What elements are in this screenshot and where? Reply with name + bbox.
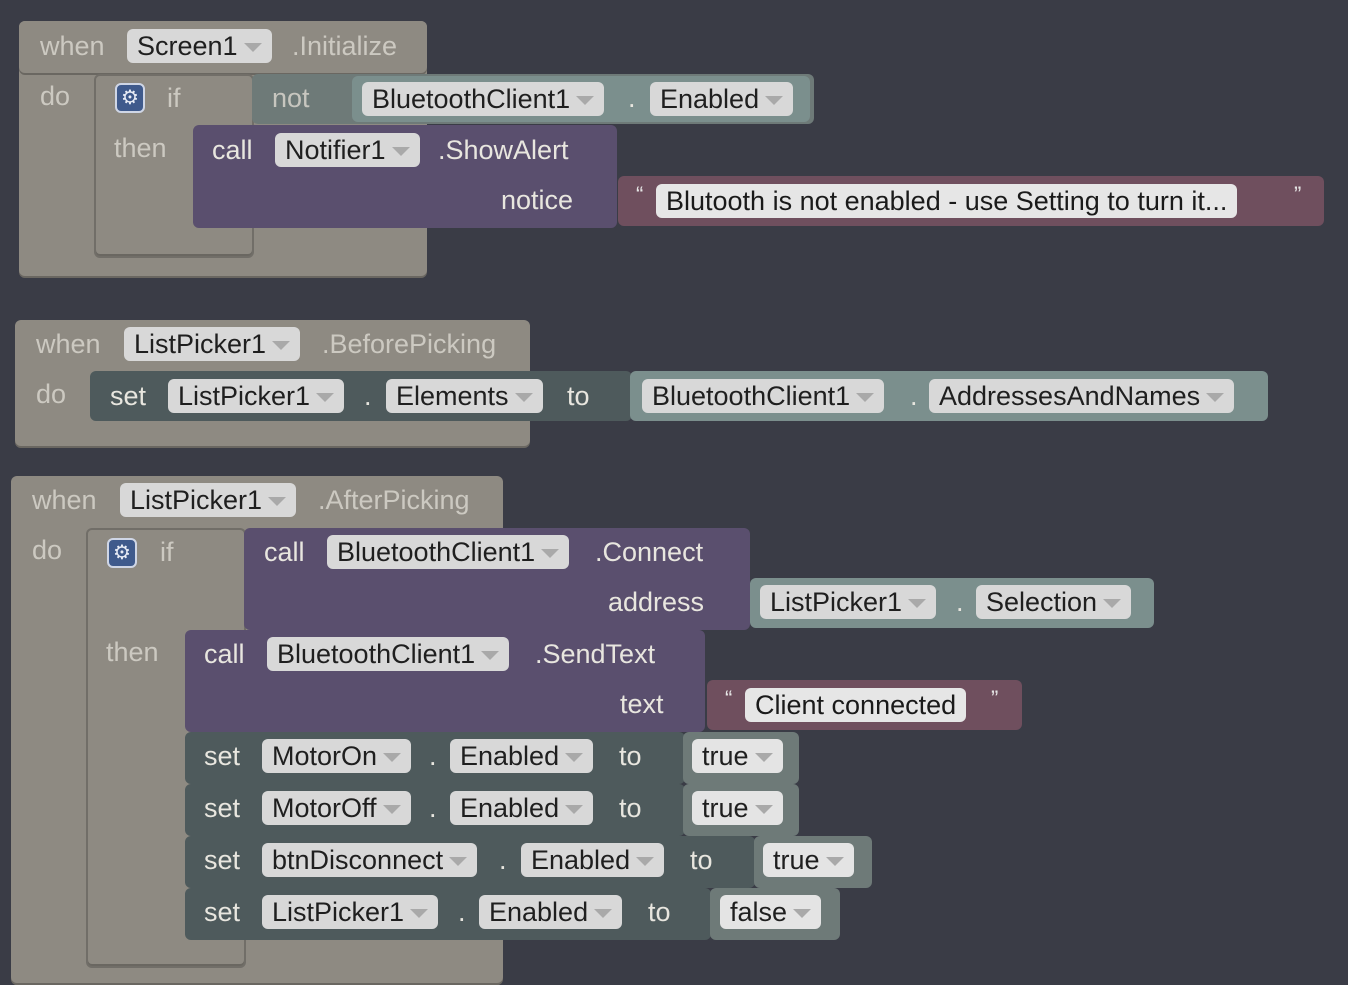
do-label: do xyxy=(32,535,63,565)
component-dropdown-listpicker1[interactable]: ListPicker1 xyxy=(760,585,937,619)
do-label: do xyxy=(36,379,67,409)
dot-separator: . xyxy=(458,897,466,927)
when-label: when xyxy=(36,329,101,359)
property-dropdown-enabled[interactable]: Enabled xyxy=(650,82,794,116)
method-name-connect: .Connect xyxy=(595,537,704,567)
event-name: .BeforePicking xyxy=(322,329,497,359)
if-label: if xyxy=(167,83,181,113)
to-label: to xyxy=(619,793,642,823)
method-name-showalert: .ShowAlert xyxy=(438,135,569,165)
property-dropdown-enabled[interactable]: Enabled xyxy=(479,895,623,929)
component-dropdown-screen1[interactable]: Screen1 xyxy=(127,29,272,63)
to-label: to xyxy=(567,381,590,411)
boolean-dropdown-true[interactable]: true xyxy=(692,791,783,825)
property-dropdown-addressesandnames[interactable]: AddressesAndNames xyxy=(929,379,1235,413)
to-label: to xyxy=(648,897,671,927)
text-value-client-connected[interactable]: Client connected xyxy=(745,688,967,722)
component-dropdown-bluetoothclient1[interactable]: BluetoothClient1 xyxy=(327,535,570,569)
event-name: .Initialize xyxy=(292,31,398,61)
to-label: to xyxy=(619,741,642,771)
property-dropdown-enabled[interactable]: Enabled xyxy=(521,843,665,877)
then-label: then xyxy=(114,133,167,163)
event-block-partial[interactable] xyxy=(11,970,503,985)
dot-separator: . xyxy=(499,845,507,875)
dot-separator: . xyxy=(429,793,437,823)
gear-icon[interactable]: ⚙ xyxy=(115,83,145,113)
to-label: to xyxy=(690,845,713,875)
call-label: call xyxy=(212,135,253,165)
param-label-text: text xyxy=(620,689,664,719)
set-label: set xyxy=(110,381,147,411)
do-label: do xyxy=(40,81,71,111)
boolean-dropdown-true[interactable]: true xyxy=(692,739,783,773)
component-dropdown-btndisconnect[interactable]: btnDisconnect xyxy=(262,843,478,877)
close-quote: ” xyxy=(1294,182,1302,207)
set-label: set xyxy=(204,793,241,823)
when-label: when xyxy=(40,31,105,61)
param-label-notice: notice xyxy=(501,185,574,215)
close-quote: ” xyxy=(991,686,999,711)
set-label: set xyxy=(204,741,241,771)
component-dropdown-bluetoothclient1[interactable]: BluetoothClient1 xyxy=(267,637,510,671)
component-dropdown-bluetoothclient1[interactable]: BluetoothClient1 xyxy=(642,379,885,413)
set-label: set xyxy=(204,897,241,927)
call-label: call xyxy=(204,639,245,669)
dot-separator: . xyxy=(429,741,437,771)
component-dropdown-listpicker1[interactable]: ListPicker1 xyxy=(262,895,439,929)
if-label: if xyxy=(160,537,174,567)
dot-separator: . xyxy=(628,83,636,113)
set-label: set xyxy=(204,845,241,875)
property-dropdown-enabled[interactable]: Enabled xyxy=(450,791,594,825)
method-name-sendtext: .SendText xyxy=(535,639,656,669)
event-name: .AfterPicking xyxy=(318,485,470,515)
component-dropdown-listpicker1[interactable]: ListPicker1 xyxy=(168,379,345,413)
dot-separator: . xyxy=(910,381,918,411)
then-label: then xyxy=(106,637,159,667)
text-value-notice[interactable]: Blutooth is not enabled - use Setting to… xyxy=(656,184,1238,218)
property-dropdown-elements[interactable]: Elements xyxy=(386,379,543,413)
component-dropdown-bluetoothclient1[interactable]: BluetoothClient1 xyxy=(362,82,605,116)
open-quote: “ xyxy=(725,686,733,711)
component-dropdown-listpicker1[interactable]: ListPicker1 xyxy=(120,483,297,517)
component-dropdown-motoron[interactable]: MotorOn xyxy=(262,739,412,773)
dot-separator: . xyxy=(364,381,372,411)
call-label: call xyxy=(264,537,305,567)
component-dropdown-notifier1[interactable]: Notifier1 xyxy=(275,133,420,167)
property-dropdown-selection[interactable]: Selection xyxy=(976,585,1132,619)
open-quote: “ xyxy=(636,182,644,207)
dot-separator: . xyxy=(956,587,964,617)
when-label: when xyxy=(32,485,97,515)
gear-icon[interactable]: ⚙ xyxy=(107,538,137,568)
param-label-address: address xyxy=(608,587,705,617)
property-dropdown-enabled[interactable]: Enabled xyxy=(450,739,594,773)
boolean-dropdown-true[interactable]: true xyxy=(763,843,854,877)
component-dropdown-motoroff[interactable]: MotorOff xyxy=(262,791,411,825)
component-dropdown-listpicker1[interactable]: ListPicker1 xyxy=(124,327,301,361)
boolean-dropdown-false[interactable]: false xyxy=(720,895,822,929)
not-label: not xyxy=(272,83,310,113)
